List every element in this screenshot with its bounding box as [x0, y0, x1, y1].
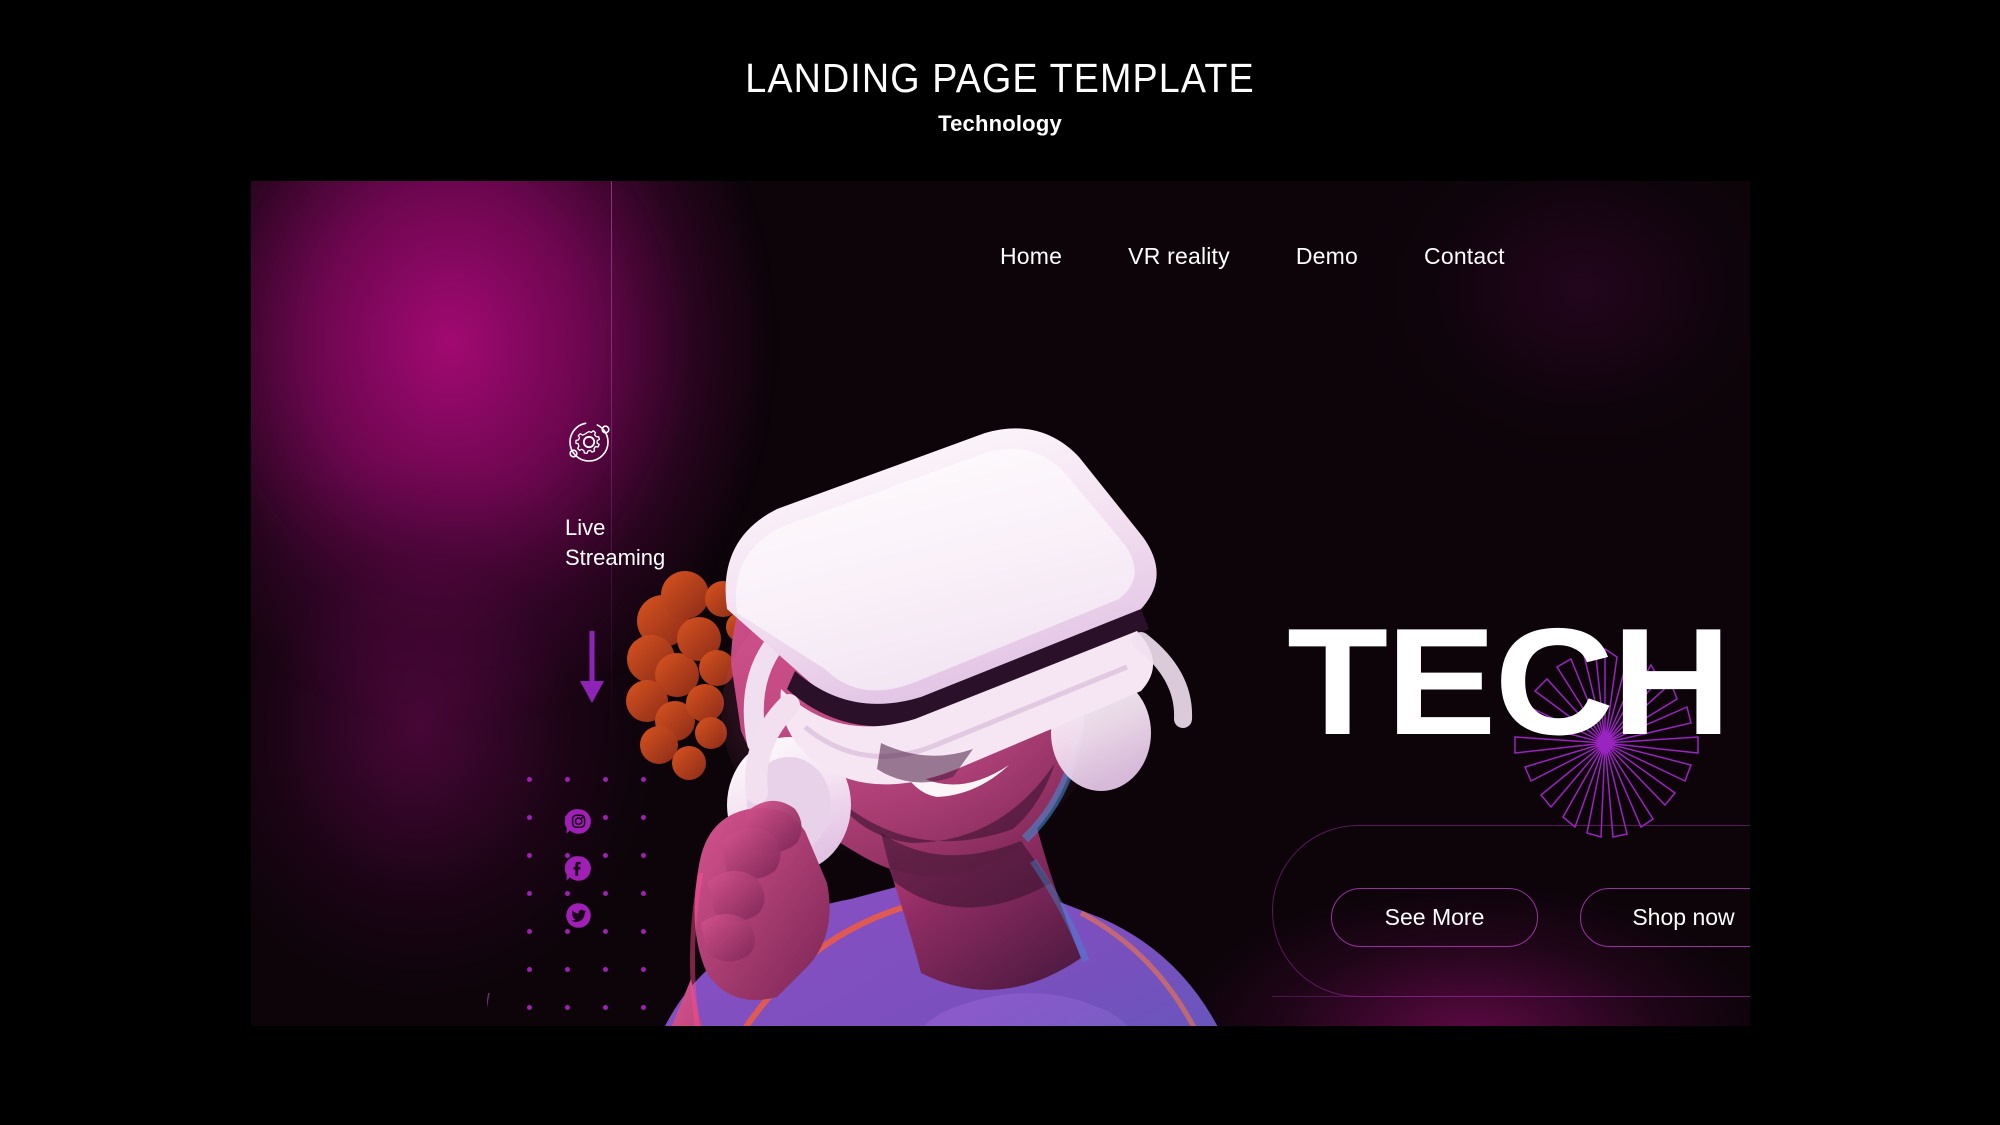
grid-dot: [527, 777, 532, 782]
grid-dot: [565, 967, 570, 972]
hero-headline: TECH: [1287, 597, 1731, 767]
page-caption: LANDING PAGE TEMPLATE Technology: [0, 55, 2000, 137]
page-title: LANDING PAGE TEMPLATE: [745, 55, 1255, 101]
grid-dot: [641, 777, 646, 782]
grid-dot: [641, 1005, 646, 1010]
grid-dot: [641, 967, 646, 972]
screenshot-canvas: LANDING PAGE TEMPLATE Technology Live St…: [0, 0, 2000, 1125]
grid-dot: [603, 1005, 608, 1010]
nav-item-vr-reality[interactable]: VR reality: [1128, 243, 1230, 270]
grid-dot: [603, 853, 608, 858]
grid-dot: [603, 929, 608, 934]
instagram-icon[interactable]: [565, 808, 592, 835]
cta-buttons: See More Shop now: [1331, 888, 1750, 947]
grid-dot: [641, 929, 646, 934]
grid-dot: [565, 1005, 570, 1010]
grid-dot: [527, 929, 532, 934]
see-more-button[interactable]: See More: [1331, 888, 1538, 947]
grid-dot: [527, 853, 532, 858]
headline-container: TECH: [1287, 606, 1750, 796]
grid-dot: [527, 967, 532, 972]
social-links: [565, 808, 592, 929]
nav-item-demo[interactable]: Demo: [1296, 243, 1358, 270]
grid-dot: [603, 891, 608, 896]
page-subtitle: Technology: [938, 111, 1062, 137]
live-streaming-label: Live Streaming: [565, 513, 665, 574]
grid-dot: [527, 815, 532, 820]
grid-dot: [641, 815, 646, 820]
shop-now-button[interactable]: Shop now: [1580, 888, 1750, 947]
purple-glow-right: [1270, 181, 1750, 541]
live-streaming-line1: Live: [565, 515, 606, 540]
live-streaming-line2: Streaming: [565, 545, 666, 571]
grid-dot: [641, 891, 646, 896]
facebook-icon[interactable]: [565, 855, 592, 882]
nav-item-contact[interactable]: Contact: [1424, 243, 1505, 270]
grid-dot: [527, 1005, 532, 1010]
grid-dot: [641, 853, 646, 858]
nav-item-home[interactable]: Home: [1000, 243, 1062, 270]
grid-dot: [603, 967, 608, 972]
main-navigation: Home VR reality Demo Contact: [1000, 243, 1505, 270]
vr-user-photo: [626, 428, 1218, 1026]
grid-dot: [603, 777, 608, 782]
arrow-down-icon: [580, 631, 604, 703]
grid-dot: [565, 929, 570, 934]
twitter-icon[interactable]: [565, 902, 592, 929]
horizontal-accent-line: [1272, 996, 1750, 997]
grid-dot: [527, 891, 532, 896]
grid-dot: [565, 777, 570, 782]
grid-dot: [603, 815, 608, 820]
landing-banner: Live Streaming TECH See More Shop now: [251, 181, 1750, 1026]
gear-orbit-icon[interactable]: [563, 416, 615, 468]
